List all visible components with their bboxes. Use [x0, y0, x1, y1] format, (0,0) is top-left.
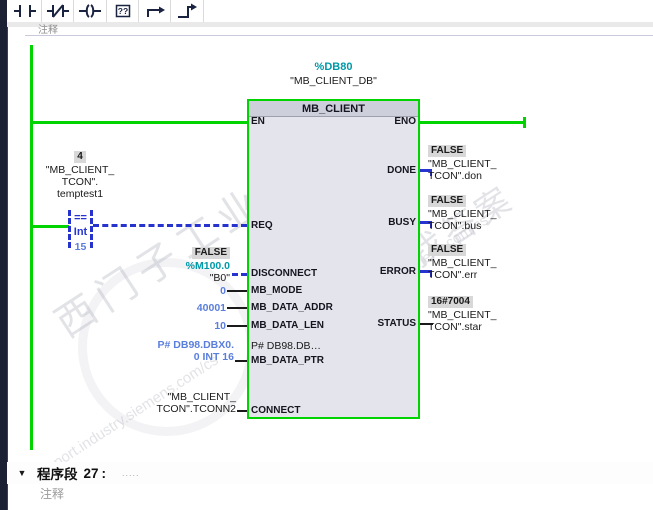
nc-contact-icon [46, 2, 70, 20]
operand-line: "MB_CLIENT_ [167, 391, 237, 403]
pin-mb-data-len: MB_DATA_LEN [251, 320, 324, 331]
compare-type[interactable]: Int [68, 226, 93, 238]
operand-line: "MB_CLIENT_ [428, 309, 497, 321]
left-edge-panel [0, 0, 8, 510]
connect-wire [237, 410, 247, 412]
empty-box-label: ?? [117, 6, 127, 16]
insert-coil-button[interactable] [75, 0, 105, 22]
pin-mb-data-ptr-inline-value[interactable]: P# DB98.DB… [251, 340, 321, 352]
operand-line: "B0" [209, 272, 230, 284]
pin-eno: ENO [394, 116, 416, 127]
empty-box-icon: ?? [111, 2, 135, 20]
mb-mode-wire [227, 290, 247, 292]
operand-line: TCON". [61, 176, 99, 188]
pin-req: REQ [251, 220, 273, 231]
mb-data-len-value[interactable]: 10 [176, 320, 226, 332]
toolbar-separator [203, 0, 204, 22]
network-comment-placeholder[interactable]: 注释 [40, 485, 64, 502]
network-label: 程序段 [37, 467, 78, 482]
req-signal-wire [93, 224, 247, 227]
error-operand[interactable]: FALSE "MB_CLIENT_ TCON".err [428, 239, 497, 281]
network-27-header[interactable]: ▼ 程序段 27 : ..... [7, 462, 653, 484]
disconnect-wire [232, 273, 247, 276]
previous-network-comment[interactable]: 注释 [38, 24, 98, 35]
network-colon: : [101, 465, 107, 481]
monitor-value-badge: FALSE [428, 244, 467, 256]
pin-en: EN [251, 116, 265, 127]
pin-disconnect: DISCONNECT [251, 268, 318, 279]
status-operand[interactable]: 16#7004 "MB_CLIENT_ TCON".star [428, 291, 497, 333]
lad-favorites-toolbar: ?? [7, 0, 653, 22]
toolbar-separator [73, 0, 74, 22]
busy-operand[interactable]: FALSE "MB_CLIENT_ TCON".bus [428, 190, 497, 232]
close-branch-icon [175, 2, 199, 20]
coil-icon [78, 2, 102, 20]
monitor-value-badge: 4 [74, 151, 86, 163]
monitor-value-badge: FALSE [428, 195, 467, 207]
toolbar-separator [41, 0, 42, 22]
toolbar-separator [138, 0, 139, 22]
operand-line: "MB_CLIENT_ [45, 164, 115, 176]
disconnect-operand[interactable]: FALSE %M100.0 "B0" [128, 242, 230, 284]
instance-db-address[interactable]: %DB80 [247, 61, 420, 73]
block-title: MB_CLIENT [249, 101, 418, 117]
pin-busy: BUSY [388, 217, 416, 228]
insert-no-contact-button[interactable] [10, 0, 39, 22]
compare-value[interactable]: 15 [68, 241, 93, 253]
toolbar-separator [170, 0, 171, 22]
power-rail [30, 45, 33, 450]
pin-mb-data-addr: MB_DATA_ADDR [251, 302, 333, 313]
mb-data-addr-wire [227, 307, 247, 309]
instance-db-name[interactable]: "MB_CLIENT_DB" [247, 75, 420, 87]
pin-mb-data-ptr: MB_DATA_PTR [251, 355, 324, 366]
close-branch-button[interactable] [172, 0, 202, 22]
mb-data-ptr-wire [235, 360, 247, 362]
operand-line: "MB_CLIENT_ [428, 158, 497, 170]
eno-wire-end-tick [523, 117, 526, 128]
pin-connect: CONNECT [251, 405, 301, 416]
monitor-value-badge: FALSE [428, 145, 467, 157]
pin-done: DONE [387, 165, 416, 176]
eno-wire [420, 121, 525, 124]
no-contact-icon [13, 2, 37, 20]
operand-line: TCON".err [428, 269, 478, 281]
mb-mode-value[interactable]: 0 [176, 285, 226, 297]
operand-line: TCON".star [428, 321, 482, 333]
contact-operand[interactable]: 4 "MB_CLIENT_ TCON". temptest1 [25, 146, 135, 200]
monitor-value-badge: 16#7004 [428, 296, 473, 308]
network-number: 27 [83, 465, 99, 481]
lad-editor-window: ?? 注释 西门子工业 找答案 support.industry.siemens… [0, 0, 653, 510]
toolbar-separator [106, 0, 107, 22]
operand-address: %M100.0 [185, 260, 230, 272]
mb-client-block[interactable]: MB_CLIENT [247, 99, 420, 419]
req-branch-wire [33, 225, 69, 228]
insert-nc-contact-button[interactable] [43, 0, 72, 22]
operand-line: "MB_CLIENT_ [428, 257, 497, 269]
connect-operand[interactable]: "MB_CLIENT_ TCON".TCONN2 [150, 391, 236, 415]
insert-empty-box-button[interactable]: ?? [108, 0, 137, 22]
operand-line: TCON".don [428, 170, 482, 182]
toolbar-lower-strip [7, 22, 653, 27]
monitor-value-badge: FALSE [191, 247, 230, 259]
open-branch-button[interactable] [140, 0, 169, 22]
operand-line: TCON".bus [428, 220, 482, 232]
pin-mb-mode: MB_MODE [251, 285, 303, 296]
open-branch-icon [143, 2, 167, 20]
operand-line: temptest1 [56, 188, 104, 200]
mb-data-len-wire [227, 325, 247, 327]
mb-data-addr-value[interactable]: 40001 [176, 302, 226, 314]
done-operand[interactable]: FALSE "MB_CLIENT_ TCON".don [428, 140, 497, 182]
network-title-placeholder[interactable]: ..... [122, 468, 140, 478]
pin-status: STATUS [377, 318, 416, 329]
en-wire [33, 121, 247, 124]
operand-line: TCON".TCONN2 [156, 403, 236, 415]
value-line: 0 INT 16 [193, 351, 234, 363]
network-divider-line [25, 35, 653, 36]
compare-operator[interactable]: == [68, 212, 93, 224]
value-line: P# DB98.DBX0. [157, 339, 234, 351]
pin-error: ERROR [379, 266, 416, 277]
operand-line: "MB_CLIENT_ [428, 208, 497, 220]
mb-data-ptr-value[interactable]: P# DB98.DBX0. 0 INT 16 [140, 339, 234, 363]
collapse-triangle-icon[interactable]: ▼ [7, 468, 37, 478]
